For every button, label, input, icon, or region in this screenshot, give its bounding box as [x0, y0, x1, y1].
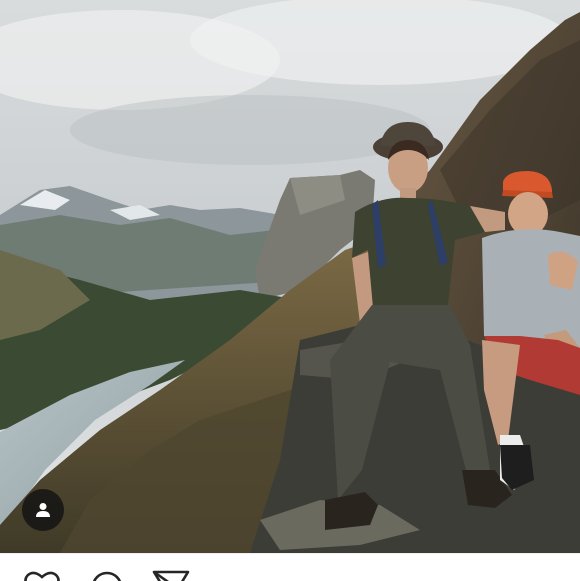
- comment-bubble-icon: [92, 571, 122, 581]
- direct-share-icon: [152, 570, 190, 581]
- like-button[interactable]: [23, 570, 61, 581]
- share-button[interactable]: [152, 570, 190, 581]
- heart-icon: [24, 571, 60, 581]
- post-action-bar: [0, 553, 580, 581]
- post-photo[interactable]: [0, 0, 580, 553]
- user-tag-button[interactable]: [22, 489, 64, 531]
- person-tag-icon: [36, 503, 50, 517]
- post-photo-image: [0, 0, 580, 553]
- comment-button[interactable]: [90, 570, 124, 581]
